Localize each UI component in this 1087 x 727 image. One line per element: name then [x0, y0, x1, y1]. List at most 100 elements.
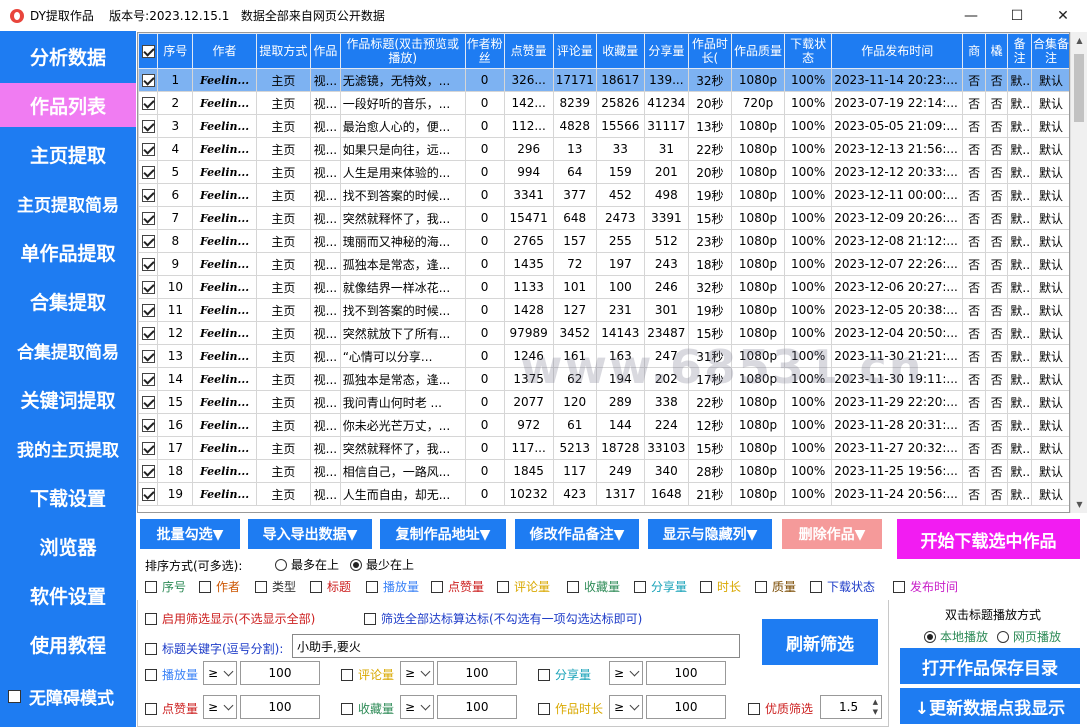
sidebar-item-browser[interactable]: 浏览器 [0, 524, 136, 568]
row-checkbox-cell[interactable] [138, 206, 159, 230]
sidebar-item-tutorial[interactable]: 使用教程 [0, 622, 136, 666]
row-checkbox-cell[interactable] [138, 298, 159, 322]
sidebar-item-software-settings[interactable]: 软件设置 [0, 573, 136, 617]
scroll-up-icon[interactable]: ▲ [1071, 32, 1087, 49]
sort-option-checkbox[interactable] [755, 580, 767, 593]
row-checkbox[interactable] [141, 488, 155, 501]
import-export-button[interactable]: 导入导出数据▼ [248, 519, 372, 549]
like-value-input[interactable]: 100 [240, 695, 320, 719]
table-vertical-scrollbar[interactable]: ▲ ▼ [1070, 32, 1087, 513]
sidebar-item-collection-extract[interactable]: 合集提取 [0, 279, 136, 323]
collect-operator-select[interactable]: ≥ [400, 695, 434, 719]
play-local-radio[interactable] [924, 630, 936, 643]
table-cell[interactable]: 突然就释怀了，我... [339, 436, 466, 460]
table-row[interactable]: 11 Feelin... 主页 视... 找不到答案的时候... 0 1428 127 231 3… [138, 298, 1069, 322]
table-row[interactable]: 9 Feelin... 主页 视... 孤独本是常态，逢... 0 1435 72 197 243… [138, 252, 1069, 276]
table-row[interactable]: 12 Feelin... 主页 视... 突然就放下了所有... 0 97989 3452 14… [138, 321, 1069, 345]
column-header[interactable]: 序号 [157, 33, 194, 69]
sort-option-checkbox[interactable] [700, 580, 712, 593]
sidebar-item-keyword-extract[interactable]: 关键词提取 [0, 377, 136, 421]
share-filter[interactable]: 分享量 [538, 666, 591, 683]
like-operator-select[interactable]: ≥ [203, 695, 237, 719]
row-checkbox-cell[interactable] [138, 114, 159, 138]
row-checkbox[interactable] [141, 166, 155, 179]
play-filter[interactable]: 播放量 [145, 666, 198, 683]
sidebar-item-my-homepage[interactable]: 我的主页提取 [0, 426, 136, 470]
table-cell[interactable]: 人生是用来体验的... [339, 160, 466, 184]
table-cell[interactable]: 瑰丽而又神秘的海... [339, 229, 466, 253]
sort-option[interactable]: 作者 [199, 578, 240, 595]
quality-value-input[interactable]: 1.5 ▲ ▼ [820, 695, 882, 719]
column-header[interactable]: 作品标题(双击预览或播放) [339, 33, 466, 69]
row-checkbox-cell[interactable] [138, 413, 159, 437]
accessibility-toggle[interactable]: 无障碍模式 [8, 684, 114, 709]
duration-value-input[interactable]: 100 [646, 695, 726, 719]
duration-filter[interactable]: 作品时长 [538, 700, 603, 717]
play-web-radio[interactable] [997, 630, 1009, 643]
row-checkbox-cell[interactable] [138, 275, 159, 299]
header-select-all[interactable] [138, 33, 159, 69]
table-row[interactable]: 14 Feelin... 主页 视... 孤独本是常态，逢... 0 1375 62 194 20… [138, 367, 1069, 391]
sort-option[interactable]: 收藏量 [567, 578, 620, 595]
row-checkbox[interactable] [141, 419, 155, 432]
maximize-button[interactable]: ☐ [994, 0, 1040, 31]
table-row[interactable]: 1 Feelin... 主页 视... 无滤镜，无特效，... 0 326... 17171 1… [138, 68, 1069, 92]
row-checkbox-cell[interactable] [138, 436, 159, 460]
duration-filter-checkbox[interactable] [538, 702, 550, 715]
update-data-button[interactable]: ↓更新数据点我显示 [900, 688, 1080, 724]
sort-least-top[interactable]: 最少在上 [350, 556, 414, 573]
sort-option[interactable]: 下载状态 [810, 578, 875, 595]
table-cell[interactable]: 一段好听的音乐，... [339, 91, 466, 115]
table-cell[interactable]: 找不到答案的时候... [339, 183, 466, 207]
sidebar-item-download-settings[interactable]: 下载设置 [0, 475, 136, 519]
refresh-filter-button[interactable]: 刷新筛选 [762, 619, 878, 665]
column-header[interactable]: 作品发布时间 [831, 33, 964, 69]
table-row[interactable]: 4 Feelin... 主页 视... 如果只是向往，远... 0 296 13 33 31 22秒… [138, 137, 1069, 161]
accessibility-checkbox[interactable] [8, 690, 21, 703]
sort-option[interactable]: 类型 [255, 578, 296, 595]
sort-option[interactable]: 序号 [145, 578, 186, 595]
table-cell[interactable]: 突然就释怀了，我... [339, 206, 466, 230]
collect-filter[interactable]: 收藏量 [341, 700, 394, 717]
sidebar-item-collection-extract-simple[interactable]: 合集提取简易 [0, 328, 136, 372]
play-filter-checkbox[interactable] [145, 668, 157, 681]
table-cell[interactable]: 最治愈人心的，便... [339, 114, 466, 138]
table-cell[interactable]: 无滤镜，无特效，... [339, 68, 466, 92]
column-header[interactable]: 分享量 [643, 33, 689, 69]
row-checkbox[interactable] [141, 350, 155, 363]
row-checkbox-cell[interactable] [138, 321, 159, 345]
table-cell[interactable]: “心情可以分享... [339, 344, 466, 368]
row-checkbox[interactable] [141, 212, 155, 225]
sort-most-top[interactable]: 最多在上 [275, 556, 339, 573]
table-cell[interactable]: 孤独本是常态，逢... [339, 252, 466, 276]
table-cell[interactable]: 相信自己，一路风... [339, 459, 466, 483]
row-checkbox-cell[interactable] [138, 459, 159, 483]
enable-filter-checkbox[interactable] [145, 612, 157, 625]
play-value-input[interactable]: 100 [240, 661, 320, 685]
column-header[interactable]: 点赞量 [503, 33, 554, 69]
table-row[interactable]: 16 Feelin... 主页 视... 你未必光芒万丈，... 0 972 61 144 224… [138, 413, 1069, 437]
keyword-filter[interactable]: 标题关键字(逗号分割): [145, 640, 283, 657]
like-filter[interactable]: 点赞量 [145, 700, 198, 717]
column-header[interactable]: 作品 [310, 33, 341, 69]
collect-filter-checkbox[interactable] [341, 702, 353, 715]
row-checkbox-cell[interactable] [138, 482, 159, 506]
comment-value-input[interactable]: 100 [437, 661, 517, 685]
play-local-option[interactable]: 本地播放 [924, 628, 988, 645]
sort-option-checkbox[interactable] [810, 580, 822, 593]
share-value-input[interactable]: 100 [646, 661, 726, 685]
quality-filter-checkbox[interactable] [748, 702, 760, 715]
share-filter-checkbox[interactable] [538, 668, 550, 681]
row-checkbox[interactable] [141, 235, 155, 248]
select-all-checkbox[interactable] [141, 45, 155, 58]
row-checkbox[interactable] [141, 120, 155, 133]
sort-option-checkbox[interactable] [497, 580, 509, 593]
row-checkbox-cell[interactable] [138, 137, 159, 161]
table-cell[interactable]: 我问青山何时老 ... [339, 390, 466, 414]
row-checkbox-cell[interactable] [138, 183, 159, 207]
row-checkbox-cell[interactable] [138, 68, 159, 92]
sort-least-top-radio[interactable] [350, 558, 362, 571]
sort-option-checkbox[interactable] [893, 580, 905, 593]
like-filter-checkbox[interactable] [145, 702, 157, 715]
all-match-checkbox[interactable] [364, 612, 376, 625]
